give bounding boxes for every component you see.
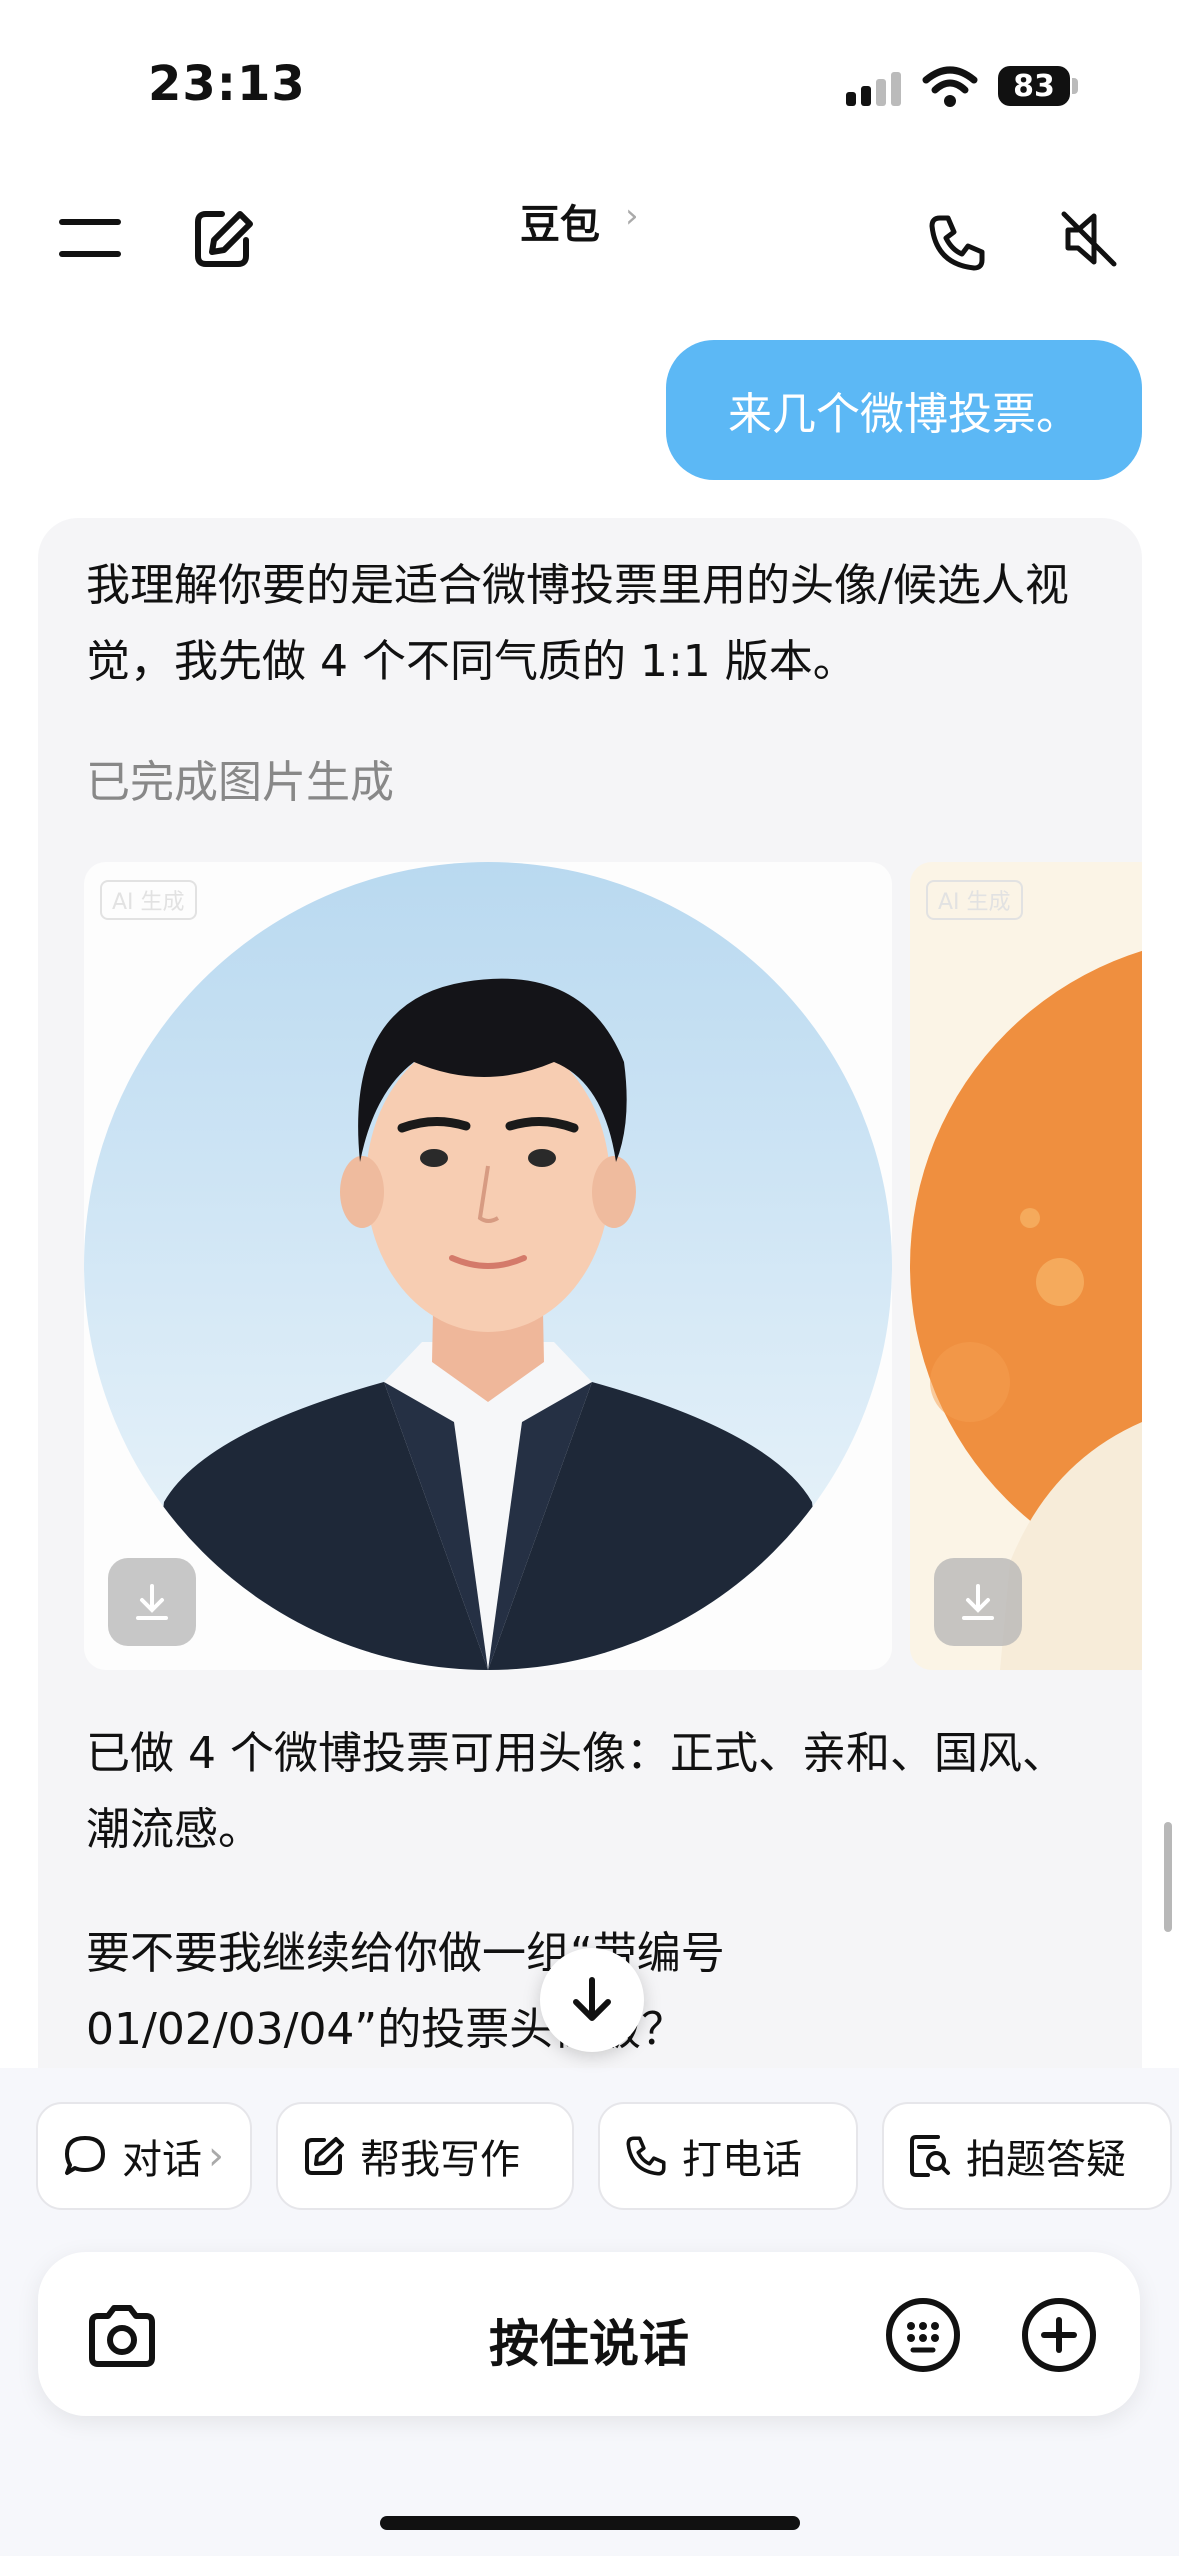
- quick-action-call[interactable]: 打电话: [598, 2102, 858, 2210]
- battery-level: 83: [1013, 68, 1055, 104]
- doc-search-icon: [910, 2135, 950, 2177]
- assistant-summary-text: 已做 4 个微博投票可用头像：正式、亲和、国风、潮流感。: [86, 1728, 1066, 1855]
- menu-icon[interactable]: [58, 216, 122, 262]
- battery-icon: 83: [998, 66, 1070, 106]
- download-button[interactable]: [934, 1558, 1022, 1646]
- keyboard-icon[interactable]: [884, 2296, 962, 2374]
- phone-icon[interactable]: [926, 212, 988, 274]
- ai-generated-tag: AI 生成: [926, 880, 1023, 920]
- ai-generated-tag: AI 生成: [100, 880, 197, 920]
- download-icon: [136, 1584, 168, 1620]
- generated-image-formal[interactable]: AI 生成: [84, 862, 892, 1670]
- wifi-icon: [922, 66, 978, 107]
- input-bar: 按住说话: [38, 2252, 1140, 2416]
- quick-action-label: 对话: [122, 2137, 202, 2183]
- scroll-indicator[interactable]: [1164, 1822, 1172, 1932]
- arrow-down-icon: [573, 1977, 611, 2021]
- download-icon: [962, 1584, 994, 1620]
- assistant-intro-text: 我理解你要的是适合微博投票里用的头像/候选人视觉，我先做 4 个不同气质的 1:…: [86, 560, 1069, 687]
- battery-nub: [1072, 78, 1078, 94]
- chat-title[interactable]: 豆包: [520, 192, 600, 250]
- quick-action-photo-qa[interactable]: 拍题答疑: [882, 2102, 1172, 2210]
- home-indicator[interactable]: [380, 2516, 800, 2530]
- user-message-bubble[interactable]: 来几个微博投票。: [666, 340, 1142, 480]
- hold-to-talk-button[interactable]: 按住说话: [38, 2304, 1140, 2376]
- generation-status: 已完成图片生成: [86, 757, 394, 808]
- generated-image-friendly[interactable]: AI 生成: [910, 862, 1142, 1670]
- quick-action-label: 打电话: [682, 2137, 802, 2183]
- quick-action-writing[interactable]: 帮我写作: [276, 2102, 574, 2210]
- status-time: 23:13: [148, 56, 306, 112]
- plus-icon[interactable]: [1020, 2296, 1098, 2374]
- new-chat-icon[interactable]: [192, 208, 254, 270]
- title-chevron-icon[interactable]: ›: [625, 196, 639, 236]
- download-button[interactable]: [108, 1558, 196, 1646]
- scroll-to-bottom-button[interactable]: [540, 1948, 644, 2052]
- quick-action-label: 帮我写作: [360, 2137, 520, 2183]
- phone-icon: [626, 2136, 666, 2176]
- edit-icon: [305, 2137, 344, 2175]
- quick-action-label: 拍题答疑: [966, 2137, 1126, 2183]
- assistant-followup-text: 要不要我继续给你做一组“带编号 01/02/03/04”的投票头像版？: [86, 1928, 725, 2055]
- avatar-illustration-formal: [84, 862, 892, 1670]
- avatar-illustration-friendly: [910, 950, 1142, 1670]
- speaker-mute-icon[interactable]: [1058, 208, 1120, 270]
- chat-bubble-icon: [65, 2136, 105, 2175]
- cellular-signal-icon: [846, 72, 902, 106]
- chevron-right-icon: ›: [208, 2133, 224, 2179]
- quick-action-chat[interactable]: 对话 ›: [36, 2102, 252, 2210]
